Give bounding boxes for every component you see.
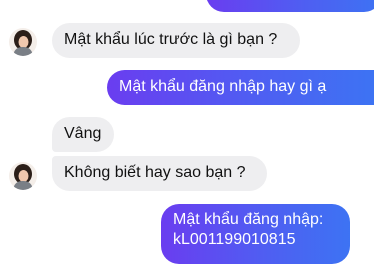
incoming-message-bubble[interactable]: Không biết hay sao bạn ? bbox=[52, 156, 267, 191]
outgoing-bubble-cropped[interactable] bbox=[206, 0, 374, 12]
message-text: Mật khẩu lúc trước là gì bạn ? bbox=[64, 31, 278, 48]
contact-avatar-icon[interactable] bbox=[9, 162, 37, 190]
avatar-portrait-icon bbox=[9, 28, 37, 56]
message-text: Không biết hay sao bạn ? bbox=[64, 164, 246, 181]
message-text-line: kL001199010815 bbox=[173, 231, 296, 248]
chat-thread: Mật khẩu lúc trước là gì bạn ? Mật khẩu … bbox=[0, 0, 374, 264]
incoming-message-bubble[interactable]: Mật khẩu lúc trước là gì bạn ? bbox=[52, 23, 300, 58]
message-text: Mật khẩu đăng nhập hay gì ạ bbox=[119, 78, 327, 95]
outgoing-message-bubble[interactable]: Mật khẩu đăng nhập: kL001199010815 bbox=[161, 204, 350, 264]
incoming-message-bubble[interactable]: Vâng bbox=[52, 117, 114, 152]
outgoing-message-bubble[interactable]: Mật khẩu đăng nhập hay gì ạ bbox=[107, 70, 374, 105]
contact-avatar-icon[interactable] bbox=[9, 28, 37, 56]
message-text-line: Mật khẩu đăng nhập: bbox=[173, 211, 324, 228]
avatar-portrait-icon bbox=[9, 162, 37, 190]
message-text: Vâng bbox=[64, 125, 102, 142]
